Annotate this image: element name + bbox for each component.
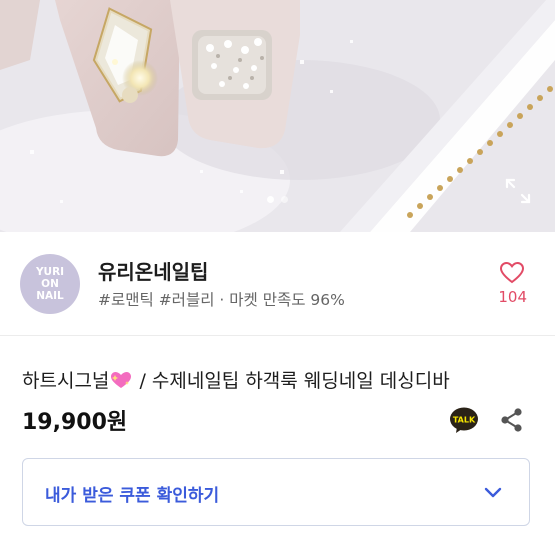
shop-avatar[interactable]: YURI ON NAIL xyxy=(20,254,80,314)
product-image-carousel[interactable] xyxy=(0,0,555,232)
carousel-dot[interactable] xyxy=(281,196,288,203)
product-title-suffix: / 수제네일팁 하객룩 웨딩네일 데싱디바 xyxy=(133,370,450,392)
share-icon[interactable] xyxy=(498,406,526,434)
shop-info[interactable]: YURI ON NAIL 유리온네일팁 #로맨틱 #러블리 · 마켓 만족도 9… xyxy=(0,232,555,336)
carousel-indicator xyxy=(0,196,555,203)
talk-label: TALK xyxy=(453,416,476,425)
avatar-text-line: YURI xyxy=(35,266,65,278)
carousel-dot[interactable] xyxy=(267,196,274,203)
sparkling-heart-icon xyxy=(109,370,133,390)
coupon-check-button[interactable]: 내가 받은 쿠폰 확인하기 xyxy=(22,458,530,526)
avatar-text-line: NAIL xyxy=(36,290,64,302)
chevron-down-icon xyxy=(481,481,505,505)
glitter-charm xyxy=(192,30,272,100)
product-price: 19,900원 xyxy=(22,410,128,435)
heart-outline-icon[interactable] xyxy=(499,260,525,286)
avatar-text-line: ON xyxy=(41,278,59,290)
shop-tags: #로맨틱 #러블리 · 마켓 만족도 96% xyxy=(98,291,345,309)
like-count: 104 xyxy=(498,288,527,306)
product-title: 하트시그널 / 수제네일팁 하객룩 웨딩네일 데싱디바 xyxy=(22,366,450,393)
product-title-prefix: 하트시그널 xyxy=(22,370,110,392)
kakaotalk-share-button[interactable]: TALK xyxy=(448,404,480,436)
coupon-label: 내가 받은 쿠폰 확인하기 xyxy=(45,486,220,506)
shop-name[interactable]: 유리온네일팁 xyxy=(98,256,208,285)
